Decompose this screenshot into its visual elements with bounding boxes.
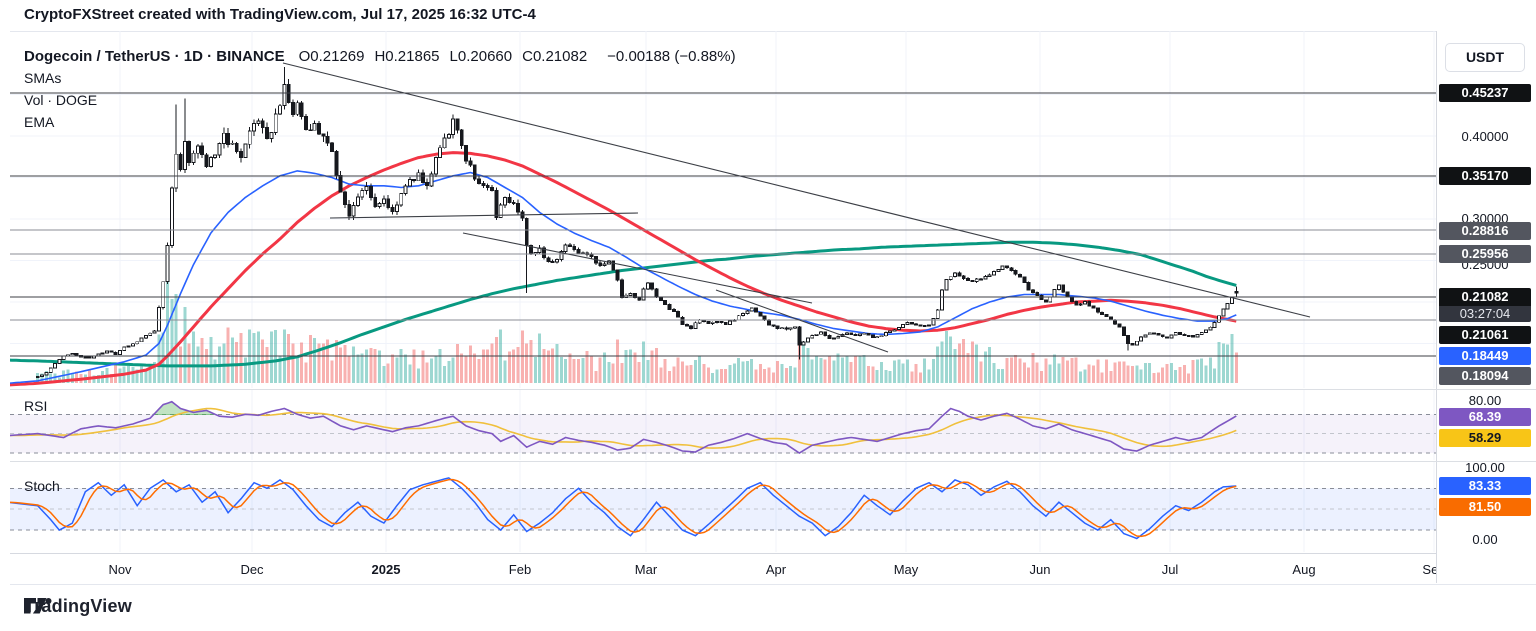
time-axis-label: Aug <box>1292 562 1315 577</box>
trendline <box>283 63 1310 317</box>
chart-bottom-border <box>10 584 1536 585</box>
symbol-title[interactable]: Dogecoin / TetherUS · 1D · BINANCE <box>24 48 285 65</box>
current-price-label: 0.2108203:27:04 <box>1439 288 1531 322</box>
current-price-value: 0.21082 <box>1439 288 1531 306</box>
scale-label: 58.29 <box>1439 429 1531 447</box>
scale-label: 68.39 <box>1439 408 1531 426</box>
time-axis-label: May <box>894 562 919 577</box>
currency-toggle-button[interactable]: USDT <box>1445 43 1525 72</box>
ohlc-O: O0.21269 <box>299 48 365 65</box>
scale-label: 0.18094 <box>1439 367 1531 385</box>
tradingview-chart-page: CryptoFXStreet created with TradingView.… <box>0 0 1536 631</box>
scale-label: 0.28816 <box>1439 222 1531 240</box>
rsi-pane <box>7 402 1436 453</box>
rsi-pane-label[interactable]: RSI <box>24 398 47 414</box>
time-axis-label: Jul <box>1162 562 1179 577</box>
ohlc-L: L0.20660 <box>450 48 513 65</box>
ma-line-EMA <box>7 171 1236 383</box>
legend-item-ema[interactable]: EMA <box>24 114 54 130</box>
scale-label: 0.18449 <box>1439 347 1531 365</box>
time-axis-label: Dec <box>240 562 263 577</box>
time-axis-label: Jun <box>1030 562 1051 577</box>
scale-label: 100.00 <box>1437 460 1533 476</box>
time-axis-label: Sep <box>1422 562 1436 577</box>
symbol-header[interactable]: Dogecoin / TetherUS · 1D · BINANCE O0.212… <box>24 48 736 65</box>
scale-label: 0.21061 <box>1439 326 1531 344</box>
ohlc-H: H0.21865 <box>374 48 439 65</box>
pane-separator-stoch[interactable] <box>10 461 1536 462</box>
time-axis-label: Nov <box>108 562 131 577</box>
trendline <box>330 213 638 218</box>
scale-label: 80.00 <box>1437 393 1533 409</box>
scale-label: 0.00 <box>1437 532 1533 548</box>
tradingview-logo[interactable]: TradingView <box>24 596 132 617</box>
tradingview-logo-icon <box>24 596 53 616</box>
scale-label: 0.25956 <box>1439 245 1531 263</box>
scale-label: 0.45237 <box>1439 84 1531 102</box>
change-value: −0.00188 (−0.88%) <box>607 48 735 65</box>
ohlc-values: O0.21269 H0.21865 L0.20660 C0.21082 <box>299 48 598 65</box>
scale-label: 0.40000 <box>1437 129 1533 145</box>
price-scale[interactable]: USDT 0.400000.300000.2500080.00100.000.0… <box>1436 31 1536 583</box>
ohlc-C: C0.21082 <box>522 48 587 65</box>
legend-item-volume[interactable]: Vol · DOGE <box>24 92 97 108</box>
time-axis-label: Feb <box>509 562 531 577</box>
volume-series <box>36 281 1238 383</box>
bar-countdown: 03:27:04 <box>1439 306 1531 322</box>
stoch-pane-label[interactable]: Stoch <box>24 478 60 494</box>
candles <box>36 67 1238 378</box>
time-axis-label: 2025 <box>372 562 401 577</box>
time-axis-label: Apr <box>766 562 786 577</box>
scale-label: 83.33 <box>1439 477 1531 495</box>
moving-average-lines <box>7 153 1236 385</box>
chart-canvas[interactable] <box>0 0 1536 631</box>
trendline <box>463 233 812 303</box>
time-axis[interactable]: Nov Dec 2025 Feb Mar Apr May Jun Jul Aug Sep <box>10 553 1436 584</box>
pane-separator-rsi[interactable] <box>10 389 1536 390</box>
scale-label: 0.35170 <box>1439 167 1531 185</box>
scale-label: 81.50 <box>1439 498 1531 516</box>
legend-item-smas[interactable]: SMAs <box>24 70 61 86</box>
stoch-pane <box>7 478 1436 539</box>
time-axis-label: Mar <box>635 562 657 577</box>
